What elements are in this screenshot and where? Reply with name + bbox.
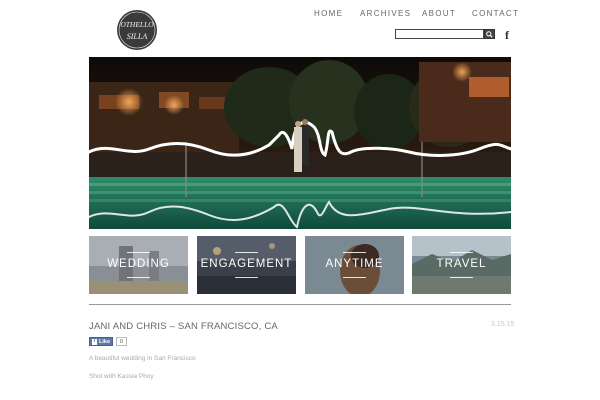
category-wedding[interactable]: WEDDING — [89, 236, 188, 294]
search-icon — [486, 30, 493, 38]
like-label: Like — [99, 338, 111, 345]
divider-line — [343, 277, 366, 278]
nav-about[interactable]: ABOUT — [422, 9, 456, 18]
facebook-like-widget: f Like 0 — [89, 337, 128, 346]
like-count: 0 — [116, 337, 128, 346]
divider-line — [343, 252, 366, 253]
hero-image — [89, 57, 511, 229]
category-label: WEDDING — [107, 258, 170, 270]
category-label: ENGAGEMENT — [200, 258, 293, 270]
category-engagement[interactable]: ENGAGEMENT — [197, 236, 296, 294]
facebook-icon: f — [92, 338, 97, 345]
divider-line — [127, 252, 150, 253]
category-travel[interactable]: TRAVEL — [412, 236, 511, 294]
nav-home[interactable]: HOME — [314, 9, 343, 18]
category-anytime[interactable]: ANYTIME — [305, 236, 404, 294]
post-excerpt: A beautiful wedding in San Francisco — [89, 355, 196, 362]
divider-line — [235, 252, 258, 253]
logo-text-bottom: SILLA — [127, 32, 148, 41]
facebook-like-button[interactable]: f Like — [89, 337, 114, 346]
nav-archives[interactable]: ARCHIVES — [360, 9, 411, 18]
divider-line — [235, 277, 258, 278]
divider-line — [450, 277, 473, 278]
nav-contact[interactable]: CONTACT — [472, 9, 519, 18]
logo-text-top: OTHELLO — [120, 20, 154, 29]
search-button[interactable] — [484, 29, 495, 39]
post-date: 3.15.15 — [491, 321, 515, 328]
divider-line — [127, 277, 150, 278]
post-title[interactable]: JANI AND CHRIS – SAN FRANCISCO, CA — [89, 321, 278, 332]
content-divider — [89, 304, 511, 305]
facebook-icon[interactable]: f — [505, 28, 509, 43]
post-credit: Shot with Kassia Phoy — [89, 373, 154, 380]
site-logo[interactable]: OTHELLO SILLA — [116, 9, 158, 51]
category-label: TRAVEL — [436, 258, 487, 270]
search-input[interactable] — [395, 29, 484, 39]
category-label: ANYTIME — [325, 258, 384, 270]
divider-line — [450, 252, 473, 253]
